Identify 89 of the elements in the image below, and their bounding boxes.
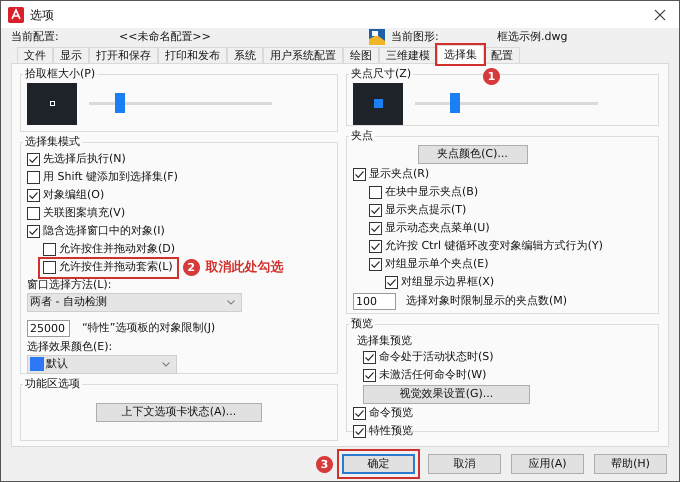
tab[interactable]: 三维建模 (379, 47, 437, 63)
checkbox-label: 命令预览 (369, 405, 413, 422)
color-swatch (30, 357, 44, 371)
profile-label: 当前配置: (11, 28, 60, 45)
group-title: 夹点尺寸(Z) (350, 66, 412, 82)
drawing-value: 框选示例.dwg (497, 28, 568, 45)
tab[interactable]: 文件 (17, 47, 53, 63)
chevron-down-icon (227, 300, 235, 304)
field-label: “特性”选项板的对象限制(J) (82, 320, 216, 336)
checkbox-label: 关联图案填充(V) (43, 205, 126, 222)
checkbox[interactable] (353, 168, 366, 181)
checkbox[interactable] (385, 276, 398, 289)
tab[interactable]: 选择集 (437, 45, 484, 64)
tab[interactable]: 系统 (227, 47, 263, 63)
profile-value: <<未命名配置>> (119, 28, 212, 45)
checkbox-label: 允许按住并拖动对象(D) (59, 241, 176, 258)
field-label: 选择对象时限制显示的夹点数(M) (406, 292, 568, 309)
checkbox[interactable] (369, 258, 382, 271)
tab[interactable]: 用户系统配置 (263, 47, 343, 63)
slider-thumb[interactable] (115, 92, 126, 112)
checkbox-label: 先选择后执行(N) (43, 151, 126, 168)
size-preview (353, 82, 403, 124)
checkbox[interactable] (369, 240, 382, 253)
window-title: 选项 (30, 6, 55, 24)
dialog-button[interactable]: 确定 (342, 454, 415, 474)
checkbox[interactable] (363, 369, 376, 382)
annotation-note: 取消此处勾选 (206, 258, 284, 277)
tab[interactable]: 配置 (484, 47, 520, 63)
checkbox[interactable] (27, 171, 40, 184)
size-slider[interactable] (415, 92, 598, 114)
dialog-button[interactable]: 帮助(H) (594, 454, 667, 474)
dialog-button[interactable]: 上下文选项卡状态(A)... (96, 402, 262, 422)
checkbox-label: 未激活任何命令时(W) (379, 367, 486, 384)
step-badge: 2 (182, 259, 200, 276)
dialog-button[interactable]: 夹点颜色(C)... (418, 144, 528, 164)
app-icon (8, 6, 24, 22)
input-field[interactable]: 100 (353, 292, 396, 310)
tab[interactable]: 显示 (53, 47, 89, 63)
section-label: 选择集预览 (357, 332, 413, 348)
checkbox-label: 显示夹点(R) (369, 166, 430, 182)
slider-thumb[interactable] (450, 92, 460, 112)
group-title: 拾取框大小(P) (24, 66, 96, 82)
checkbox[interactable] (27, 207, 40, 220)
checkbox-label: 在块中显示夹点(B) (385, 184, 478, 200)
checkbox[interactable] (369, 204, 382, 217)
step-badge: 3 (316, 456, 333, 472)
checkbox-label: 显示动态夹点菜单(U) (385, 220, 490, 236)
checkbox-label: 命令处于活动状态时(S) (379, 349, 494, 366)
checkbox[interactable] (43, 243, 56, 256)
checkbox-label: 用 Shift 键添加到选择集(F) (43, 169, 178, 186)
checkbox-label: 对象编组(O) (43, 187, 104, 204)
tab[interactable]: 打印和发布 (158, 47, 227, 63)
checkbox[interactable] (43, 261, 56, 274)
dropdown-value: 两者 - 自动检测 (30, 294, 107, 310)
chevron-down-icon (162, 362, 170, 366)
group-title: 选择集模式 (24, 134, 81, 150)
checkbox-label: 显示夹点提示(T) (385, 202, 466, 218)
dialog-button[interactable]: 取消 (428, 454, 501, 474)
checkbox-label: 对组显示边界框(X) (401, 274, 494, 290)
size-slider[interactable] (89, 92, 272, 114)
checkbox-label: 允许按住并拖动套索(L) (59, 259, 173, 276)
checkbox-label: 允许按 Ctrl 键循环改变对象编辑方式行为(Y) (385, 238, 603, 254)
checkbox-label: 对组显示单个夹点(E) (385, 256, 489, 272)
group-title: 功能区选项 (24, 376, 81, 392)
input-field[interactable]: 25000 (27, 320, 70, 336)
checkbox[interactable] (27, 189, 40, 202)
checkbox[interactable] (27, 225, 40, 238)
tab[interactable]: 绘图 (343, 47, 379, 63)
dropdown[interactable]: 默认 (27, 354, 177, 374)
drawing-label: 当前图形: (391, 28, 440, 45)
checkbox[interactable] (369, 222, 382, 235)
size-preview (27, 82, 77, 124)
field-label: 选择效果颜色(E): (27, 338, 114, 354)
dropdown[interactable]: 两者 - 自动检测 (27, 292, 242, 312)
checkbox[interactable] (353, 407, 366, 420)
checkbox[interactable] (353, 425, 366, 438)
close-icon[interactable] (654, 8, 666, 20)
dialog-button[interactable]: 应用(A) (511, 454, 584, 474)
checkbox-label: 隐含选择窗口中的对象(I) (43, 223, 165, 240)
checkbox-label: 特性预览 (369, 423, 413, 440)
checkbox[interactable] (369, 186, 382, 199)
group-title: 预览 (350, 316, 374, 332)
field-label: 窗口选择方法(L): (27, 276, 112, 292)
checkbox[interactable] (27, 153, 40, 166)
group-title: 夹点 (350, 128, 374, 144)
tab[interactable]: 打开和保存 (89, 47, 158, 63)
dropdown-value: 默认 (46, 356, 68, 372)
dialog-button[interactable]: 视觉效果设置(G)... (363, 384, 530, 404)
checkbox[interactable] (363, 351, 376, 364)
